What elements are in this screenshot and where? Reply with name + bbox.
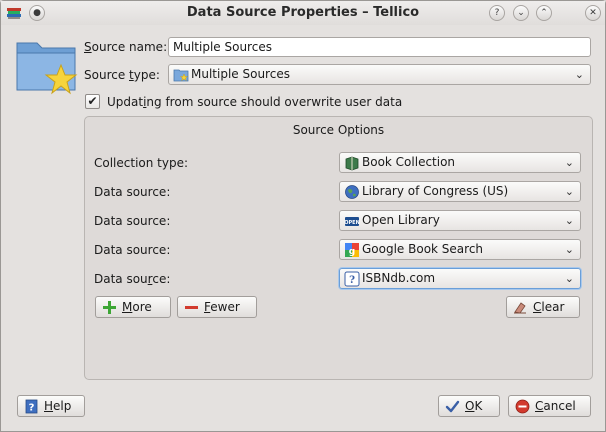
svg-text:?: ? xyxy=(29,403,35,414)
source-type-value: Multiple Sources xyxy=(191,67,290,81)
fewer-button[interactable]: Fewer xyxy=(177,296,257,318)
globe-icon xyxy=(345,185,359,199)
help-context-button[interactable]: ? xyxy=(489,5,505,21)
chevron-down-icon: ⌄ xyxy=(517,8,525,18)
minimize-button[interactable]: ⌄ xyxy=(513,5,529,21)
chevron-down-icon: ⌄ xyxy=(564,156,574,169)
titlebar: ● Data Source Properties – Tellico ? ⌄ ⌃… xyxy=(1,1,605,25)
collection-type-value: Book Collection xyxy=(362,155,456,169)
data-source-label: Data source: xyxy=(94,243,171,257)
svg-text:g: g xyxy=(349,247,355,257)
help-button[interactable]: ? Help xyxy=(17,395,85,417)
data-source-value-3: Google Book Search xyxy=(362,242,484,256)
collection-type-combo[interactable]: Book Collection ⌄ xyxy=(339,152,581,173)
plus-icon xyxy=(103,301,116,314)
help-book-icon: ? xyxy=(25,399,38,414)
overwrite-label: Updating from source should overwrite us… xyxy=(107,95,403,109)
more-button[interactable]: More xyxy=(95,296,171,318)
data-source-value-4: ISBNdb.com xyxy=(362,271,436,285)
dialog-window: ● Data Source Properties – Tellico ? ⌄ ⌃… xyxy=(0,0,606,432)
overwrite-checkbox[interactable]: ✔ xyxy=(85,94,100,109)
data-source-label: Data source: xyxy=(94,185,171,199)
chevron-down-icon: ⌄ xyxy=(574,68,584,81)
close-icon: ✕ xyxy=(589,8,597,18)
data-source-combo-2[interactable]: OPEN Open Library ⌄ xyxy=(339,210,581,231)
collection-type-label: Collection type: xyxy=(94,156,189,170)
data-source-label: Data source: xyxy=(94,214,171,228)
svg-text:?: ? xyxy=(349,275,355,286)
cancel-button[interactable]: Cancel xyxy=(508,395,591,417)
book-icon xyxy=(345,156,359,171)
data-source-value-1: Library of Congress (US) xyxy=(362,184,509,198)
close-button[interactable]: ✕ xyxy=(585,5,601,21)
google-icon: g xyxy=(345,243,359,257)
folder-star-icon xyxy=(16,42,78,95)
chevron-up-icon: ⌃ xyxy=(540,8,548,18)
data-source-label: Data source: xyxy=(94,272,171,286)
ok-button[interactable]: OK xyxy=(438,395,500,417)
source-name-input[interactable]: Multiple Sources xyxy=(168,37,591,57)
data-source-combo-3[interactable]: g Google Book Search ⌄ xyxy=(339,239,581,260)
data-source-value-2: Open Library xyxy=(362,213,440,227)
open-library-icon: OPEN xyxy=(344,217,360,226)
chevron-down-icon: ⌄ xyxy=(564,272,574,285)
minus-icon xyxy=(185,306,198,309)
chevron-down-icon: ⌄ xyxy=(564,243,574,256)
svg-text:OPEN: OPEN xyxy=(344,220,360,226)
source-type-label: Source type: xyxy=(84,68,160,82)
chevron-down-icon: ⌄ xyxy=(564,214,574,227)
source-name-label: Source name: xyxy=(84,40,168,54)
data-source-combo-4[interactable]: ? ISBNdb.com ⌄ xyxy=(339,268,581,289)
source-type-combo[interactable]: Multiple Sources ⌄ xyxy=(168,64,591,85)
eraser-icon xyxy=(514,302,526,314)
cancel-icon xyxy=(515,399,530,414)
clear-button[interactable]: Clear xyxy=(506,296,580,318)
chevron-down-icon: ⌄ xyxy=(564,185,574,198)
source-options-title: Source Options xyxy=(292,123,385,137)
data-source-combo-1[interactable]: Library of Congress (US) ⌄ xyxy=(339,181,581,202)
folder-star-icon xyxy=(173,69,189,82)
checkmark-icon xyxy=(445,400,460,413)
isbndb-icon: ? xyxy=(344,271,360,287)
maximize-button[interactable]: ⌃ xyxy=(536,5,552,21)
